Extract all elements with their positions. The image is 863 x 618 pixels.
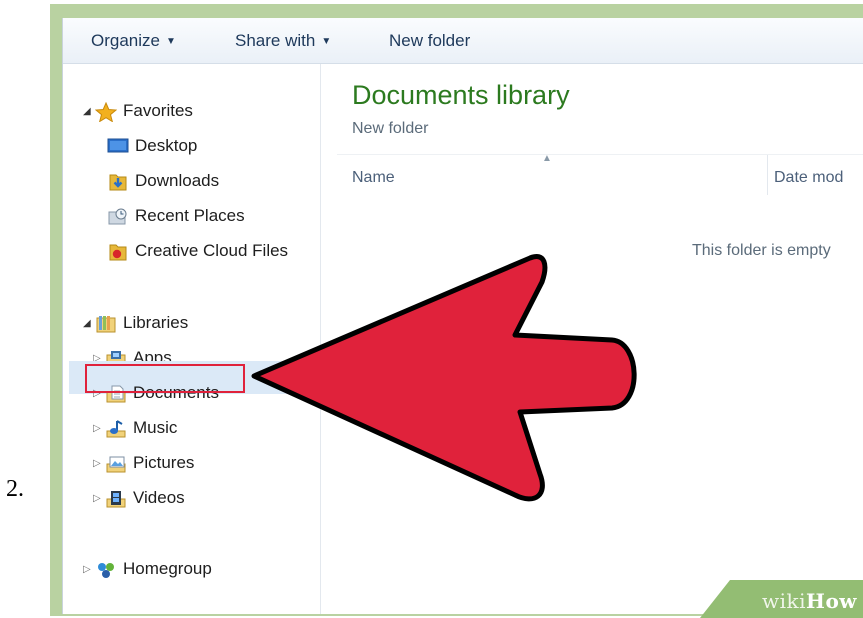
organize-label: Organize xyxy=(91,31,160,50)
new-folder-label: New folder xyxy=(389,31,471,50)
collapse-arrow-icon[interactable]: ◢ xyxy=(83,318,95,329)
nav-item-label: Desktop xyxy=(135,136,198,155)
expand-arrow-icon[interactable]: ▷ xyxy=(83,564,95,575)
column-header: ▲ Name Date mod xyxy=(337,153,863,195)
column-divider[interactable] xyxy=(767,155,768,195)
documents-highlight-box xyxy=(85,364,245,393)
watermark-text: wikiHow xyxy=(762,589,857,613)
nav-favorites[interactable]: ◢ Favorites xyxy=(83,96,193,126)
favorites-label: Favorites xyxy=(123,101,193,120)
share-with-label: Share with xyxy=(235,31,316,50)
videos-library-icon xyxy=(105,489,127,508)
nav-item-pictures[interactable]: ▷ Pictures xyxy=(93,448,194,478)
creative-cloud-icon xyxy=(107,242,129,261)
desktop-icon xyxy=(107,137,129,155)
empty-folder-message: This folder is empty xyxy=(692,242,831,259)
watermark-suffix: How xyxy=(806,589,857,613)
sort-ascending-icon: ▲ xyxy=(542,153,552,164)
nav-item-music[interactable]: ▷ Music xyxy=(93,413,177,443)
column-name[interactable]: Name xyxy=(352,169,395,187)
nav-item-label: Recent Places xyxy=(135,206,245,225)
nav-item-label: Downloads xyxy=(135,171,220,190)
nav-item-videos[interactable]: ▷ Videos xyxy=(93,483,185,513)
watermark-prefix: wiki xyxy=(762,589,807,613)
nav-item-downloads[interactable]: Downloads xyxy=(107,166,219,196)
recent-places-icon xyxy=(107,207,129,225)
nav-item-label: Music xyxy=(133,418,178,437)
explorer-window: Organize ▼ Share with ▼ New folder ◢ Favor… xyxy=(62,18,863,614)
pictures-library-icon xyxy=(105,454,127,473)
share-with-button[interactable]: Share with ▼ xyxy=(235,31,331,51)
homegroup-label: Homegroup xyxy=(123,559,212,578)
music-library-icon xyxy=(105,419,127,438)
libraries-label: Libraries xyxy=(123,313,189,332)
navigation-pane[interactable]: ◢ Favorites Desktop Downloads Recent Pla… xyxy=(63,64,321,614)
nav-item-label: Pictures xyxy=(133,453,195,472)
dropdown-caret-icon: ▼ xyxy=(321,36,332,47)
expand-arrow-icon[interactable]: ▷ xyxy=(93,493,105,504)
nav-item-creative-cloud[interactable]: Creative Cloud Files xyxy=(107,236,288,266)
nav-item-label: Videos xyxy=(133,488,185,507)
organize-button[interactable]: Organize ▼ xyxy=(91,31,176,51)
column-date-modified[interactable]: Date mod xyxy=(774,169,843,187)
new-folder-button[interactable]: New folder xyxy=(389,31,470,51)
wikihow-watermark: wikiHow xyxy=(700,580,863,618)
expand-arrow-icon[interactable]: ▷ xyxy=(93,423,105,434)
step-number: 2. xyxy=(6,476,24,502)
nav-libraries[interactable]: ◢ Libraries xyxy=(83,308,188,338)
nav-item-label: Creative Cloud Files xyxy=(135,241,289,260)
downloads-icon xyxy=(107,172,129,191)
library-title: Documents library xyxy=(352,80,570,110)
collapse-arrow-icon[interactable]: ◢ xyxy=(83,106,95,117)
nav-item-recent-places[interactable]: Recent Places xyxy=(107,201,245,231)
libraries-icon xyxy=(95,314,117,333)
command-bar: Organize ▼ Share with ▼ New folder xyxy=(63,18,863,64)
nav-item-desktop[interactable]: Desktop xyxy=(107,131,197,161)
nav-homegroup[interactable]: ▷ Homegroup xyxy=(83,554,212,584)
library-subtitle[interactable]: New folder xyxy=(352,120,428,138)
dropdown-caret-icon: ▼ xyxy=(165,36,176,47)
expand-arrow-icon[interactable]: ▷ xyxy=(93,458,105,469)
homegroup-icon xyxy=(95,560,117,578)
content-pane[interactable]: Documents library New folder ▲ Name Date… xyxy=(322,64,863,614)
favorites-star-icon xyxy=(94,101,118,123)
